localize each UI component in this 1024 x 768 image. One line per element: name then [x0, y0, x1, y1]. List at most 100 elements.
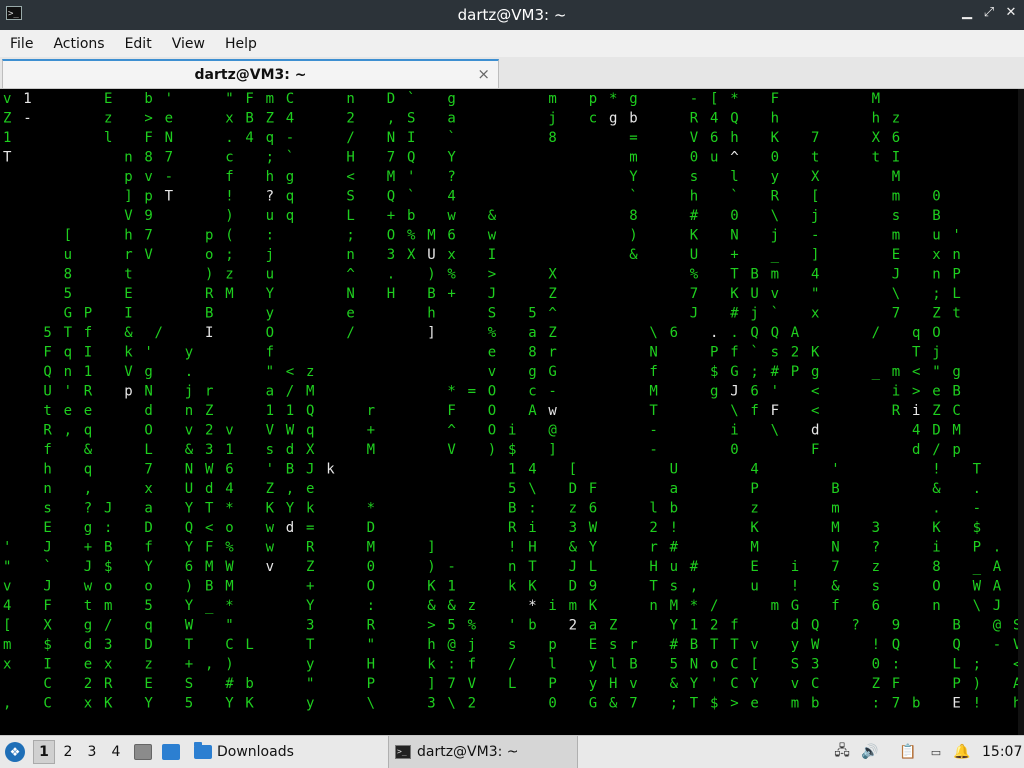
matrix-char: x: [104, 657, 112, 673]
menu-help[interactable]: Help: [215, 36, 267, 52]
matrix-char: 5: [528, 306, 536, 322]
start-menu-button[interactable]: ❖: [5, 736, 25, 768]
matrix-char: S: [346, 189, 354, 205]
matrix-char: R: [205, 286, 214, 302]
show-desktop-launcher[interactable]: [134, 736, 152, 768]
matrix-char: o: [710, 657, 718, 673]
matrix-char: 1: [3, 130, 11, 146]
matrix-char: g: [710, 384, 718, 400]
matrix-char: 7: [629, 696, 637, 712]
matrix-char: .: [185, 364, 193, 380]
matrix-char: 6: [750, 384, 758, 400]
menu-actions[interactable]: Actions: [43, 36, 114, 52]
matrix-char: ?: [447, 169, 455, 185]
matrix-char: n: [124, 150, 132, 166]
matrix-char: *: [528, 598, 536, 614]
matrix-char: M: [872, 91, 880, 107]
folder-icon: [194, 742, 212, 759]
matrix-char: 3: [387, 247, 395, 263]
tab-strip: dartz@VM3: ~ ×: [0, 57, 1024, 89]
matrix-char: Q: [387, 189, 395, 205]
matrix-char: 8: [548, 130, 556, 146]
tray-network[interactable]: 🖧: [834, 736, 850, 768]
matrix-char: Y: [629, 169, 638, 185]
terminal-view[interactable]: v 1 Eb ' " Fm Cn D ` g m p * g -[* F M Z - z > e x B Z 4 2, Sa j c g b R…: [0, 89, 1024, 735]
matrix-char: ): [427, 559, 435, 575]
close-button[interactable]: ✕: [1004, 5, 1018, 20]
matrix-char: %: [407, 228, 416, 244]
matrix-char: n: [346, 91, 354, 107]
matrix-char: \: [771, 423, 779, 439]
matrix-char: W: [205, 462, 214, 478]
matrix-char: i: [508, 423, 516, 439]
tray-volume[interactable]: 🔊: [861, 736, 878, 768]
matrix-char: D: [932, 423, 940, 439]
matrix-char: ): [973, 676, 981, 692]
tab-close-icon[interactable]: ×: [477, 65, 490, 83]
matrix-char: *: [730, 91, 738, 107]
matrix-char: +: [387, 208, 395, 224]
matrix-char: s: [43, 501, 51, 517]
matrix-char: m: [892, 364, 900, 380]
matrix-char: Z: [266, 481, 274, 497]
matrix-char: M: [387, 169, 395, 185]
matrix-char: ': [771, 384, 779, 400]
desktop-launcher[interactable]: [162, 736, 180, 768]
matrix-char: 2: [791, 345, 799, 361]
terminal-scrollbar[interactable]: [1018, 89, 1024, 735]
matrix-char: K: [811, 345, 820, 361]
matrix-char: m: [831, 501, 839, 517]
minimize-button[interactable]: ▁: [960, 5, 974, 20]
matrix-char: N: [165, 130, 173, 146]
matrix-char: e: [84, 657, 92, 673]
matrix-char: ': [407, 169, 415, 185]
tray-clipboard[interactable]: 📋: [899, 736, 916, 768]
task-terminal-label: dartz@VM3: ~: [417, 744, 519, 760]
menu-view[interactable]: View: [162, 36, 215, 52]
matrix-char: m: [266, 91, 274, 107]
matrix-char: !: [872, 637, 880, 653]
matrix-char: I: [488, 247, 496, 263]
matrix-char: V: [266, 423, 275, 439]
workspace-1[interactable]: 1: [33, 740, 55, 764]
workspace-3[interactable]: 3: [81, 740, 103, 764]
matrix-char: n: [185, 403, 193, 419]
matrix-char: F: [771, 91, 779, 107]
task-downloads[interactable]: Downloads: [194, 736, 302, 768]
matrix-char: H: [367, 657, 375, 673]
tray-notifications[interactable]: 🔔: [953, 736, 970, 768]
matrix-char: j: [771, 228, 779, 244]
matrix-char: W: [225, 559, 234, 575]
workspace-2[interactable]: 2: [57, 740, 79, 764]
matrix-char: m: [791, 696, 799, 712]
menu-file[interactable]: File: [0, 36, 43, 52]
matrix-char: I: [892, 150, 900, 166]
tray-display[interactable]: ▭: [928, 736, 944, 768]
maximize-button[interactable]: ⤢: [982, 5, 996, 20]
matrix-char: \: [649, 325, 657, 341]
matrix-char: x: [932, 247, 940, 263]
matrix-char: 7: [892, 306, 900, 322]
matrix-char: -: [548, 384, 556, 400]
matrix-char: .: [993, 540, 1001, 556]
task-terminal[interactable]: >_ dartz@VM3: ~: [388, 736, 578, 768]
clock[interactable]: 15:07: [982, 736, 1022, 768]
matrix-char: A: [993, 579, 1002, 595]
matrix-char: P: [973, 540, 981, 556]
matrix-char: h: [872, 111, 880, 127]
matrix-char: z: [104, 111, 112, 127]
matrix-char: Y: [185, 501, 194, 517]
matrix-char: m: [892, 189, 900, 205]
matrix-char: g: [811, 364, 819, 380]
matrix-char: d: [144, 403, 152, 419]
tab-terminal[interactable]: dartz@VM3: ~ ×: [2, 59, 499, 88]
matrix-char: G: [730, 364, 738, 380]
matrix-char: [: [750, 657, 758, 673]
matrix-char: T: [912, 345, 921, 361]
menu-edit[interactable]: Edit: [115, 36, 162, 52]
workspace-4[interactable]: 4: [105, 740, 127, 764]
matrix-char: 2: [346, 111, 354, 127]
matrix-char: L: [952, 657, 960, 673]
matrix-char: Q: [892, 637, 900, 653]
matrix-char: N: [730, 228, 738, 244]
